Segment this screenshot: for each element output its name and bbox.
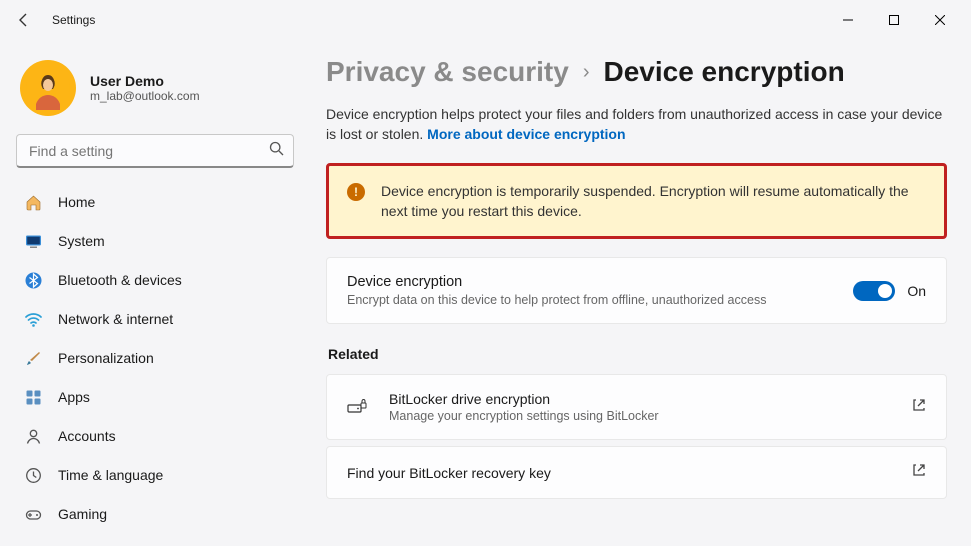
encryption-toggle[interactable] — [853, 281, 895, 301]
user-name: User Demo — [90, 73, 200, 89]
user-email: m_lab@outlook.com — [90, 89, 200, 103]
search-wrap — [16, 134, 294, 168]
sidebar-item-label: Apps — [58, 389, 90, 405]
sidebar-item-home[interactable]: Home — [12, 184, 298, 220]
page-description: Device encryption helps protect your fil… — [326, 104, 947, 145]
search-icon — [269, 141, 284, 161]
link-subtitle: Manage your encryption settings using Bi… — [389, 409, 890, 423]
link-title: Find your BitLocker recovery key — [347, 465, 890, 481]
sidebar-item-time-language[interactable]: Time & language — [12, 457, 298, 493]
breadcrumb-parent[interactable]: Privacy & security — [326, 56, 569, 88]
related-heading: Related — [328, 346, 947, 362]
person-icon — [24, 427, 42, 445]
sidebar-item-label: Home — [58, 194, 95, 210]
minimize-button[interactable] — [825, 4, 871, 36]
warning-text: Device encryption is temporarily suspend… — [381, 181, 926, 222]
sidebar-item-label: Accounts — [58, 428, 116, 444]
sidebar-item-system[interactable]: System — [12, 223, 298, 259]
nav-list: Home System Bluetooth & devices Network … — [12, 184, 298, 532]
sidebar-item-label: Bluetooth & devices — [58, 272, 182, 288]
sidebar-item-label: Gaming — [58, 506, 107, 522]
sidebar-item-label: Personalization — [58, 350, 154, 366]
sidebar-item-apps[interactable]: Apps — [12, 379, 298, 415]
external-link-icon — [912, 398, 926, 417]
sidebar-item-network[interactable]: Network & internet — [12, 301, 298, 337]
avatar — [20, 60, 76, 116]
wifi-icon — [24, 310, 42, 328]
device-encryption-card: Device encryption Encrypt data on this d… — [326, 257, 947, 324]
back-button[interactable] — [8, 4, 40, 36]
sidebar-item-label: Network & internet — [58, 311, 173, 327]
close-icon — [935, 15, 945, 25]
warning-banner: ! Device encryption is temporarily suspe… — [326, 163, 947, 240]
gaming-icon — [24, 505, 42, 523]
more-link[interactable]: More about device encryption — [427, 126, 625, 142]
user-block[interactable]: User Demo m_lab@outlook.com — [12, 48, 298, 134]
clock-icon — [24, 466, 42, 484]
bitlocker-drive-link[interactable]: BitLocker drive encryption Manage your e… — [326, 374, 947, 440]
description-text: Device encryption helps protect your fil… — [326, 106, 942, 142]
maximize-icon — [889, 15, 899, 25]
home-icon — [24, 193, 42, 211]
sidebar-item-bluetooth[interactable]: Bluetooth & devices — [12, 262, 298, 298]
sidebar-item-label: System — [58, 233, 105, 249]
system-icon — [24, 232, 42, 250]
titlebar: Settings — [0, 0, 971, 40]
back-arrow-icon — [16, 12, 32, 28]
card-title: Device encryption — [347, 274, 837, 290]
bluetooth-icon — [24, 271, 42, 289]
maximize-button[interactable] — [871, 4, 917, 36]
window-controls — [825, 4, 963, 36]
sidebar-item-accounts[interactable]: Accounts — [12, 418, 298, 454]
minimize-icon — [843, 15, 853, 25]
sidebar-item-gaming[interactable]: Gaming — [12, 496, 298, 532]
link-title: BitLocker drive encryption — [389, 391, 890, 407]
bitlocker-recovery-link[interactable]: Find your BitLocker recovery key — [326, 446, 947, 499]
main-content: Privacy & security › Device encryption D… — [310, 40, 971, 546]
card-subtitle: Encrypt data on this device to help prot… — [347, 293, 837, 307]
sidebar: User Demo m_lab@outlook.com Home System … — [0, 40, 310, 546]
sidebar-item-personalization[interactable]: Personalization — [12, 340, 298, 376]
sidebar-item-label: Time & language — [58, 467, 163, 483]
external-link-icon — [912, 463, 926, 482]
brush-icon — [24, 349, 42, 367]
breadcrumb: Privacy & security › Device encryption — [326, 56, 947, 88]
chevron-right-icon: › — [583, 61, 590, 84]
toggle-state-label: On — [907, 283, 926, 299]
search-input[interactable] — [16, 134, 294, 168]
toggle-wrap: On — [853, 281, 926, 301]
page-title: Device encryption — [603, 56, 844, 88]
warning-icon: ! — [347, 183, 365, 201]
avatar-icon — [26, 66, 70, 110]
apps-icon — [24, 388, 42, 406]
window-title: Settings — [52, 13, 95, 27]
drive-lock-icon — [347, 396, 367, 419]
close-button[interactable] — [917, 4, 963, 36]
